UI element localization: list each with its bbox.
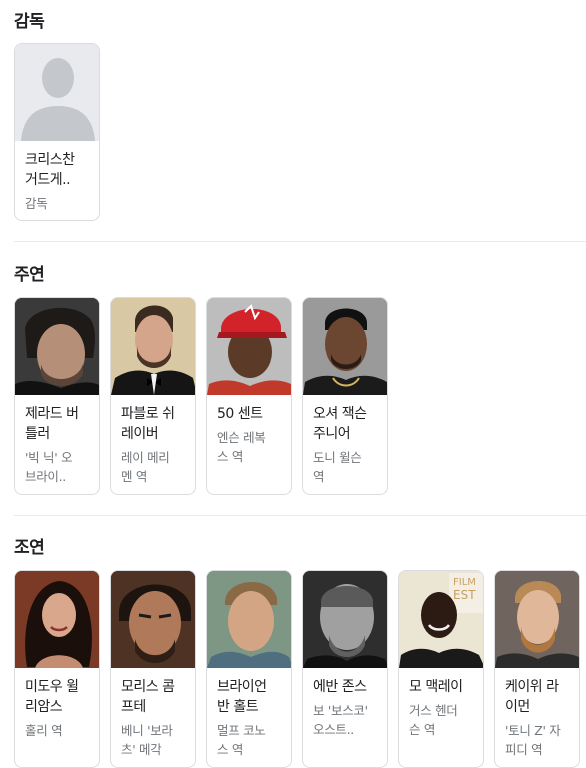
cast-card[interactable]: 오셔 잭슨 주니어 도니 윌슨 역 — [302, 297, 388, 495]
person-name: 에반 존스 — [313, 679, 367, 695]
person-name: 케이위 라 이먼 — [505, 679, 559, 715]
cast-card[interactable]: 제라드 버 틀러 '빅 닉' 오 브라이.. — [14, 297, 100, 495]
person-role: 엔슨 레복 스 역 — [217, 430, 266, 464]
brian-van-holt-photo — [207, 571, 291, 668]
person-name: 오셔 잭슨 주니어 — [313, 406, 367, 442]
main-cast-section: 주연 제라드 버 틀러 '빅 닉' 오 브라이.. 파블로 쉬 레이버 레이 메… — [0, 242, 586, 516]
svg-text:EST: EST — [453, 588, 476, 602]
avatar-placeholder-icon — [15, 44, 99, 141]
person-name: 50 센트 — [217, 406, 263, 422]
person-role: 도니 윌슨 역 — [313, 450, 362, 484]
pablo-schreiber-photo — [111, 298, 195, 395]
evan-jones-photo — [303, 571, 387, 668]
kaiwi-lyman-photo — [495, 571, 579, 668]
oshea-jackson-photo — [303, 298, 387, 395]
meadow-williams-photo — [15, 571, 99, 668]
person-role: '토니 Z' 자 피디 역 — [505, 723, 561, 757]
person-name: 모 맥레이 — [409, 679, 463, 695]
cast-card[interactable]: 50 센트 엔슨 레복 스 역 — [206, 297, 292, 495]
cast-card[interactable]: 모리스 콤 프테 베니 '보라 츠' 메각 — [110, 570, 196, 768]
person-role: '빅 닉' 오 브라이.. — [25, 450, 73, 484]
cast-card[interactable]: 브라이언 반 홀트 멀프 코노 스 역 — [206, 570, 292, 768]
cast-card[interactable]: 파블로 쉬 레이버 레이 메리 멘 역 — [110, 297, 196, 495]
maurice-compte-photo — [111, 571, 195, 668]
person-name: 모리스 콤 프테 — [121, 679, 175, 715]
person-role: 거스 헨더 슨 역 — [409, 703, 458, 737]
person-name: 미도우 윌 리암스 — [25, 679, 79, 715]
cast-card[interactable]: 케이위 라 이먼 '토니 Z' 자 피디 역 — [494, 570, 580, 768]
person-name: 제라드 버 틀러 — [25, 406, 79, 442]
person-role: 베니 '보라 츠' 메각 — [121, 723, 173, 757]
person-role: 멀프 코노 스 역 — [217, 723, 266, 757]
director-section: 감독 크리스찬 거드게.. 감독 — [0, 0, 586, 242]
mo-mcrae-photo: FILM EST — [399, 571, 483, 668]
section-title-main-cast: 주연 — [14, 265, 45, 285]
gerard-butler-photo — [15, 298, 99, 395]
director-card[interactable]: 크리스찬 거드게.. 감독 — [14, 43, 100, 221]
person-name: 파블로 쉬 레이버 — [121, 406, 175, 442]
50-cent-photo — [207, 298, 291, 395]
person-name: 크리스찬 거드게.. — [25, 152, 75, 188]
person-name: 브라이언 반 홀트 — [217, 679, 267, 715]
person-role: 홀리 역 — [25, 723, 63, 738]
person-role: 보 '보스코' 오스트.. — [313, 703, 368, 737]
cast-card[interactable]: FILM EST 모 맥레이 거스 헨더 슨 역 — [398, 570, 484, 768]
section-title-supporting-cast: 조연 — [14, 538, 45, 558]
cast-card[interactable]: 미도우 윌 리암스 홀리 역 — [14, 570, 100, 768]
cast-card[interactable]: 에반 존스 보 '보스코' 오스트.. — [302, 570, 388, 768]
person-role: 감독 — [25, 196, 48, 211]
person-role: 레이 메리 멘 역 — [121, 450, 170, 484]
svg-text:FILM: FILM — [453, 577, 476, 588]
section-title-director: 감독 — [14, 12, 45, 32]
supporting-cast-section: 조연 미도우 윌 리암스 홀리 역 모리스 콤 프테 베니 '보라 츠' 메각 … — [0, 515, 586, 768]
